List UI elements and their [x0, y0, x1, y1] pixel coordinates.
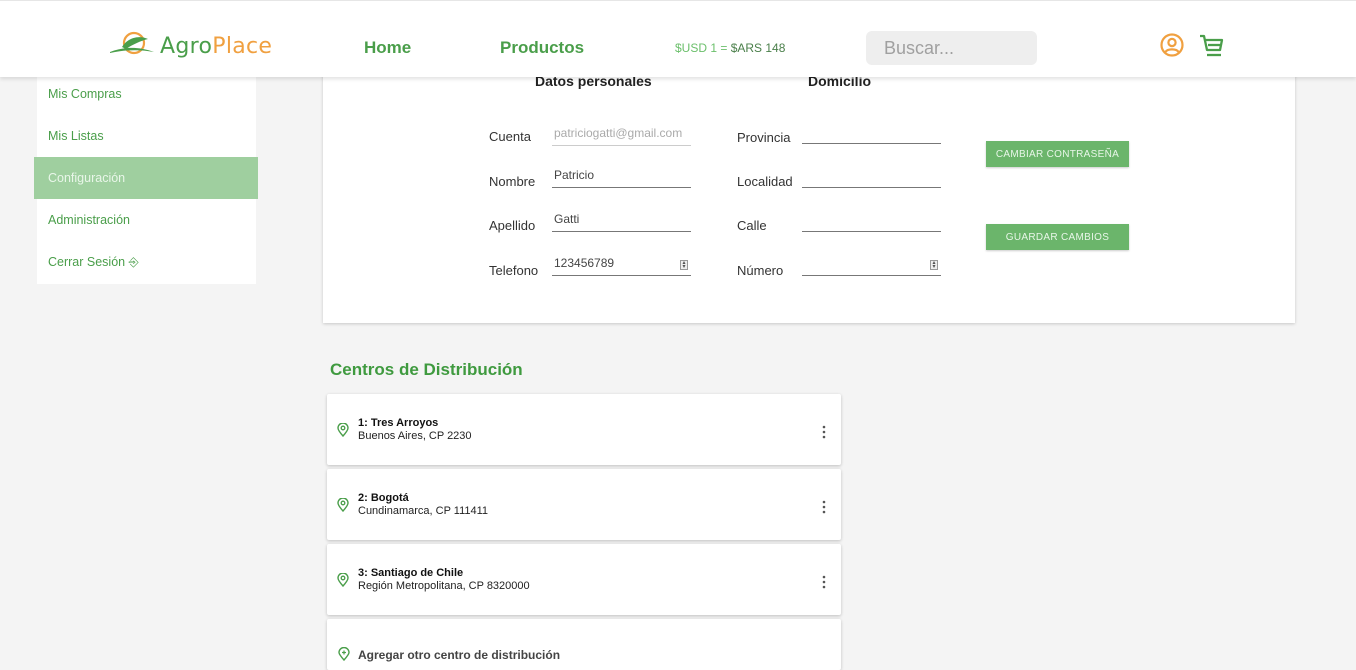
sidebar-item-administracion[interactable]: Administración — [37, 199, 256, 241]
cuenta-field[interactable] — [552, 124, 691, 146]
brand-logo[interactable]: AgroPlace — [108, 31, 272, 61]
telefono-field[interactable] — [552, 254, 691, 276]
calle-label: Calle — [737, 218, 767, 233]
leaf-logo-icon — [110, 31, 154, 55]
change-password-button[interactable]: CAMBIAR CONTRASEÑA — [986, 141, 1129, 167]
brand-name-place: Place — [212, 33, 273, 59]
telefono-label: Telefono — [489, 263, 539, 278]
profile-settings-card: Datos personales Domicilio Cuenta Nombre… — [323, 72, 1295, 323]
add-distribution-center-card[interactable]: Agregar otro centro de distribución — [327, 619, 841, 670]
sidebar-item-label: Cerrar Sesión ⎆ — [48, 254, 139, 269]
location-pin-icon — [337, 423, 349, 437]
save-changes-button[interactable]: GUARDAR CAMBIOS — [986, 224, 1129, 250]
apellido-label: Apellido — [489, 218, 536, 233]
sidebar-item-label: Administración — [48, 213, 130, 227]
numero-stepper[interactable]: ▴ ▾ — [930, 260, 938, 270]
search-input[interactable] — [866, 31, 1037, 65]
sidebar-item-label: Configuración — [48, 171, 126, 185]
exchange-rate-usd: $USD 1 = — [675, 41, 731, 55]
sidebar-item-mis-compras[interactable]: Mis Compras — [37, 73, 256, 115]
sidebar-item-label: Mis Listas — [48, 129, 104, 143]
exchange-rate-ars: $ARS 148 — [730, 41, 786, 55]
sidebar-item-label: Mis Compras — [48, 87, 122, 101]
nombre-field[interactable] — [552, 166, 691, 188]
cuenta-label: Cuenta — [489, 129, 531, 144]
top-header: AgroPlace Home Productos $USD 1 = $ARS 1… — [0, 0, 1356, 77]
distribution-center-address: Buenos Aires, CP 2230 — [358, 430, 472, 442]
distribution-center-address: Cundinamarca, CP 111411 — [358, 505, 489, 517]
add-distribution-center-label: Agregar otro centro de distribución — [358, 648, 561, 662]
sidebar-item-configuracion[interactable]: Configuración — [34, 157, 258, 199]
localidad-label: Localidad — [737, 174, 793, 189]
distribution-center-name: 3: Santiago de Chile — [358, 567, 464, 579]
nav-productos-link[interactable]: Productos — [500, 38, 584, 58]
account-sidebar: Mis Compras Mis Listas Configuración Adm… — [34, 73, 258, 284]
distribution-center-address: Región Metropolitana, CP 8320000 — [358, 580, 530, 592]
nav-home-link[interactable]: Home — [364, 38, 411, 58]
telefono-stepper[interactable]: ▴ ▾ — [680, 260, 688, 270]
add-location-icon — [338, 647, 350, 661]
provincia-field[interactable] — [802, 122, 941, 144]
distribution-center-name: 2: Bogotá — [358, 492, 409, 504]
shopping-cart-icon[interactable] — [1198, 33, 1224, 64]
exchange-rate: $USD 1 = $ARS 148 — [675, 41, 785, 55]
distribution-center-card[interactable]: 3: Santiago de Chile Región Metropolitan… — [327, 544, 841, 615]
apellido-field[interactable] — [552, 210, 691, 232]
brand-name-agro: Agro — [160, 33, 213, 59]
distribution-centers-title: Centros de Distribución — [330, 360, 523, 379]
provincia-label: Provincia — [737, 130, 791, 145]
distribution-center-name: 1: Tres Arroyos — [358, 417, 439, 429]
localidad-field[interactable] — [802, 166, 941, 188]
nombre-label: Nombre — [489, 174, 536, 189]
numero-field[interactable] — [802, 254, 941, 276]
calle-field[interactable] — [802, 210, 941, 232]
more-options-icon[interactable] — [821, 500, 827, 514]
user-account-icon[interactable] — [1160, 33, 1184, 62]
sidebar-item-mis-listas[interactable]: Mis Listas — [37, 115, 256, 157]
distribution-center-card[interactable]: 2: Bogotá Cundinamarca, CP 111411 — [327, 469, 841, 540]
more-options-icon[interactable] — [821, 425, 827, 439]
location-pin-icon — [337, 573, 349, 587]
more-options-icon[interactable] — [821, 575, 827, 589]
numero-label: Número — [737, 263, 784, 278]
location-pin-icon — [337, 498, 349, 512]
distribution-center-card[interactable]: 1: Tres Arroyos Buenos Aires, CP 2230 — [327, 394, 841, 465]
sidebar-item-cerrar-sesion[interactable]: Cerrar Sesión ⎆ — [37, 241, 256, 283]
